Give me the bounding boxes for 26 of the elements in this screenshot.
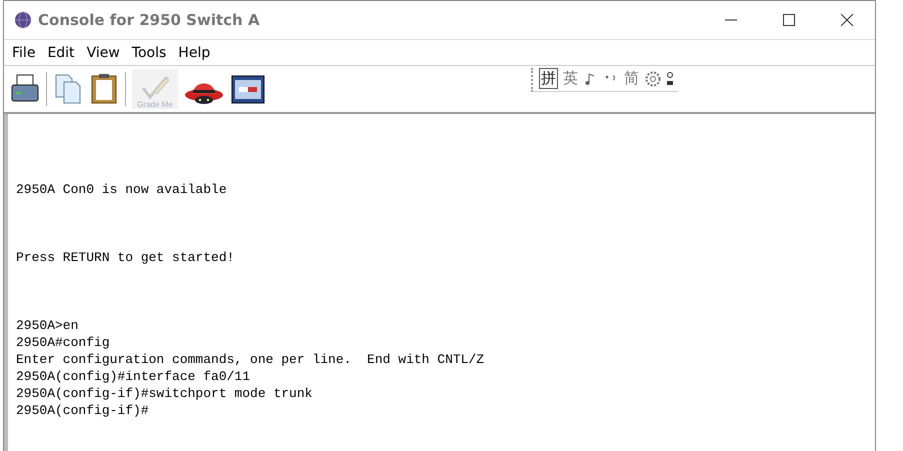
menu-item[interactable]: File [12,44,36,60]
ime-button[interactable]: 英 [562,69,579,88]
menu-item[interactable]: Tools [132,44,166,60]
console-line: Press RETURN to get started! [16,249,236,266]
window-title: Console for 2950 Switch A [38,11,260,29]
switch-icon[interactable] [230,73,266,105]
console-line: 2950A>en [16,317,80,334]
ime-button[interactable]: 简 [623,69,640,88]
menu-item[interactable]: View [86,44,120,60]
clipboard-icon[interactable] [89,73,119,105]
console-line: Enter configuration commands, one per line. End with CNTL/Z [16,351,486,368]
console-line: 2950A(config-if)#switchport mode trunk [16,385,314,402]
menu-item[interactable]: Edit [47,44,75,60]
check-pencil-icon [140,74,170,100]
console-line: 2950A(config-if)# [16,402,150,419]
close-icon[interactable] [841,14,853,26]
console-line: 2950A Con0 is now available [16,181,228,198]
ime-button[interactable]: 拼 [539,68,558,89]
console-line: 2950A#config [16,334,111,351]
console-line: 2950A(config)#interface fa0/11 [16,368,252,385]
maximize-icon[interactable] [783,14,795,26]
menu-item[interactable]: Help [178,44,210,60]
globe-icon [14,11,32,29]
options-icon[interactable] [666,70,674,88]
copy-icon[interactable] [53,73,83,105]
gear-icon[interactable] [644,70,662,88]
